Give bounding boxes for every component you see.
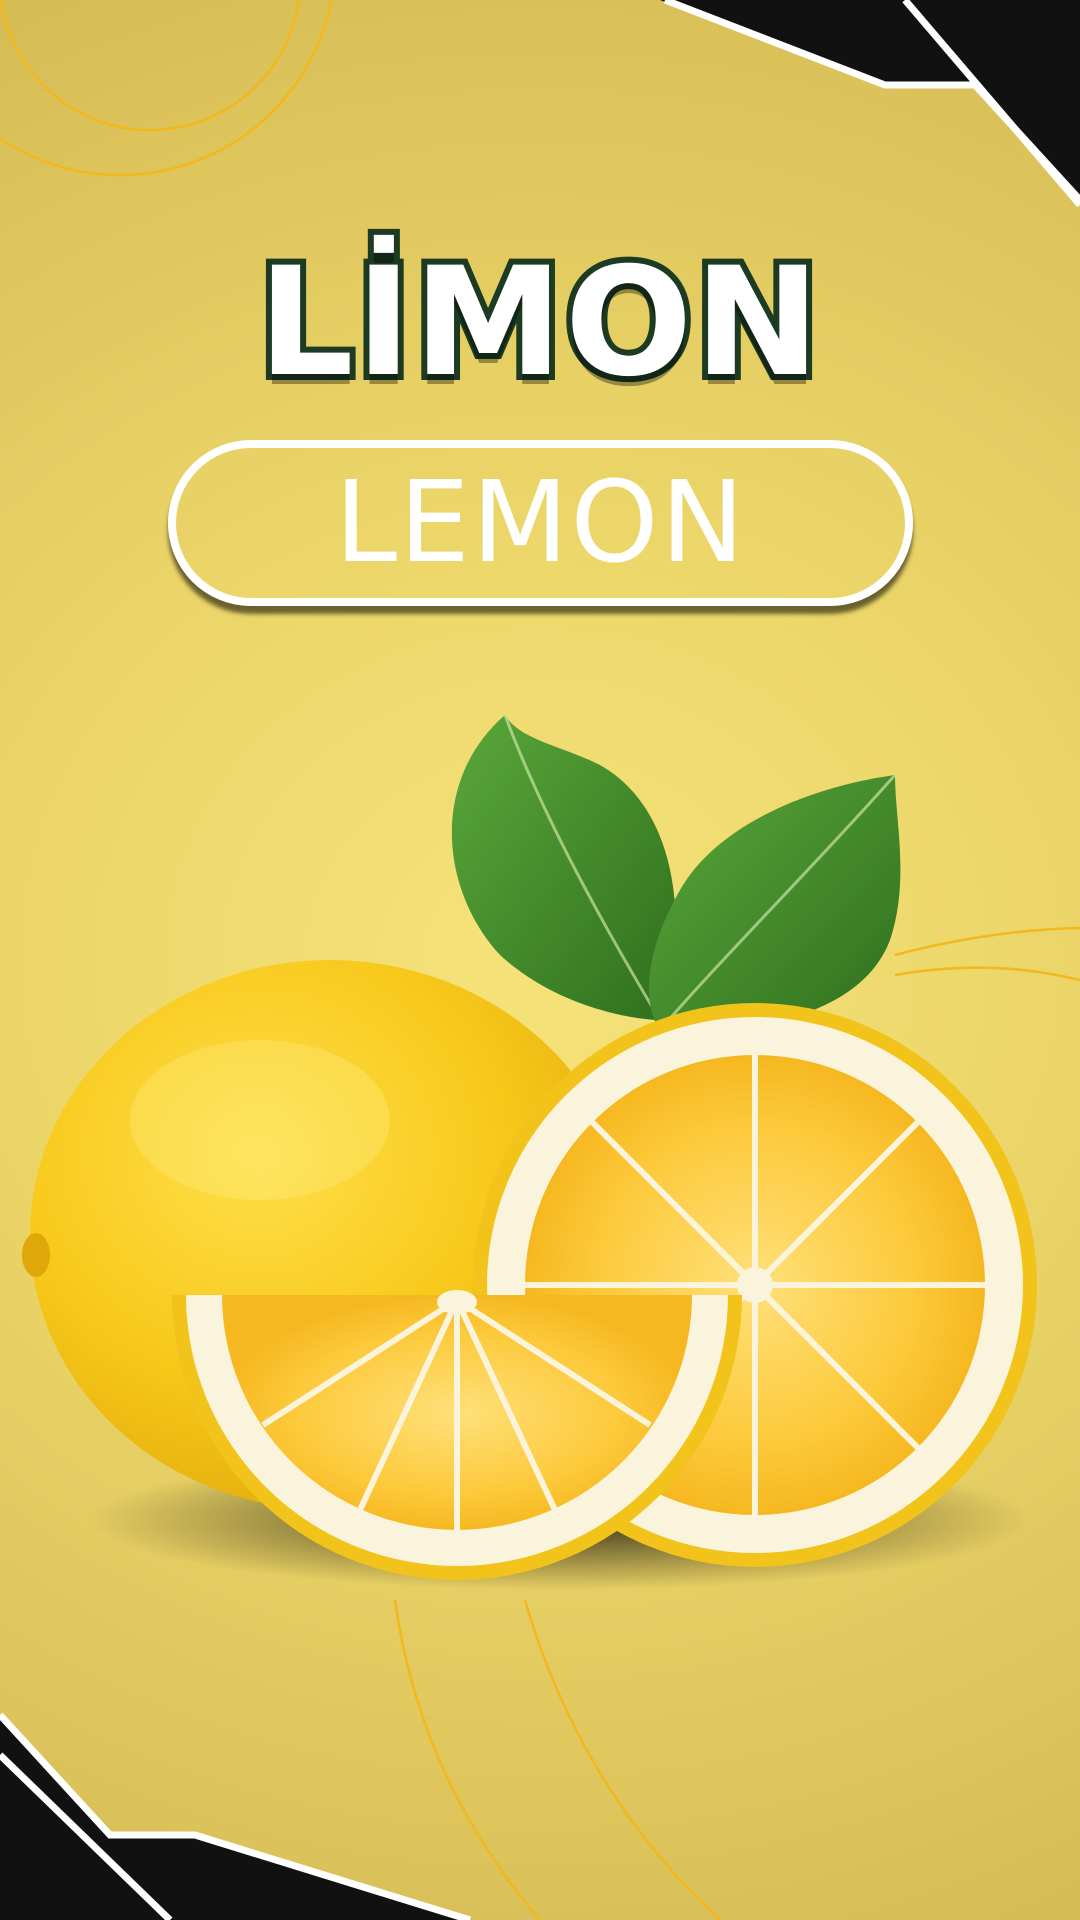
bottom-arc-1 — [393, 1599, 541, 1920]
bottom-arcs — [393, 1599, 721, 1920]
page-title: LİMON — [252, 232, 826, 414]
leaf-right — [648, 775, 901, 1031]
whole-lemon-highlight — [130, 1040, 390, 1200]
bottom-arc-2 — [523, 1599, 721, 1920]
top-left-arcs — [0, 0, 333, 177]
half-slice-core — [437, 1290, 477, 1314]
lemon-illustration — [22, 714, 1037, 1590]
leaves — [451, 714, 901, 1031]
translation-pill: LEMON — [168, 440, 913, 606]
bottom-left-corner — [0, 1712, 472, 1920]
bottom-left-black-shape — [0, 1715, 470, 1920]
arc-2 — [0, 0, 333, 177]
leaf-left — [451, 715, 676, 1020]
top-right-black-shape — [660, 0, 1080, 200]
translation-label: LEMON — [334, 458, 747, 588]
arc-1 — [0, 0, 300, 132]
whole-lemon-tip — [22, 1233, 50, 1277]
round-slice-core — [737, 1267, 773, 1303]
top-right-corner — [660, 0, 1080, 208]
